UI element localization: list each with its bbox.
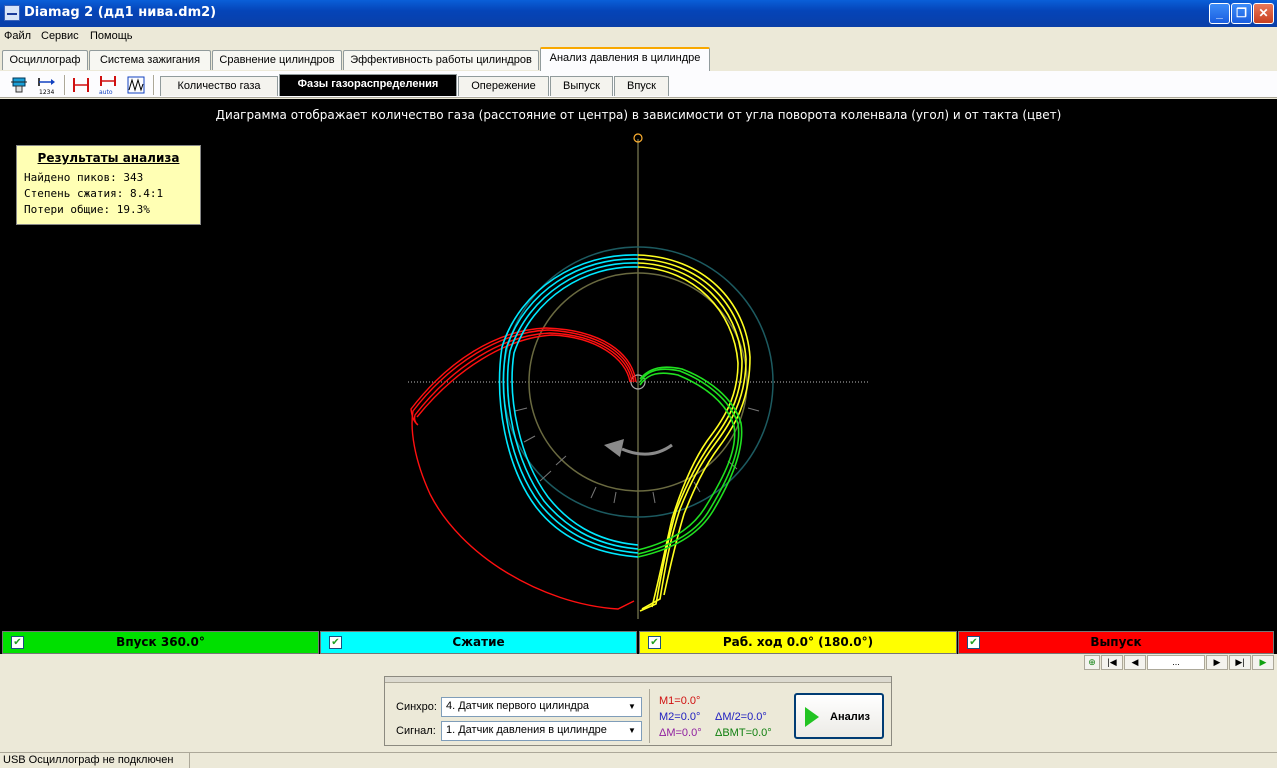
signal-select[interactable]: 1. Датчик давления в цилиндре ▼ [441,721,642,741]
rotation-arrow-head [604,439,624,457]
status-bar: USB Осциллограф не подключен [0,752,1277,768]
toolbar-separator [64,75,66,95]
svg-text:auto: auto [99,89,113,96]
menu-bar: Файл Сервис Помощь [0,27,1277,47]
tab-pressure-analysis[interactable]: Анализ давления в цилиндре [540,47,710,71]
subtab-exhaust[interactable]: Выпуск [550,76,613,96]
dbmt-value: ΔBMT=0.0° [715,727,772,739]
app-icon [4,5,20,21]
legend-intake[interactable]: ✔ Впуск 360.0° [2,631,319,654]
intake-trace [637,366,743,558]
analysis-results-box: Результаты анализа Найдено пиков: 343 Ст… [16,145,201,225]
menu-help[interactable]: Помощь [90,30,133,42]
m1-value: M1=0.0° [659,695,701,707]
power-stroke-trace [637,254,751,612]
tab-cylinder-compare[interactable]: Сравнение цилиндров [212,50,342,70]
peaks-found-text: Найдено пиков: 343 [24,171,144,184]
stroke-legend: ✔ Впуск 360.0° ✔ Сжатие ✔ Раб. ход 0.0° … [0,630,1277,654]
chevron-down-icon[interactable]: ▼ [624,723,640,739]
subtab-intake[interactable]: Впуск [614,76,669,96]
app-window: Diamag 2 (дд1 нива.dm2) _ ❐ ✕ Файл Серви… [0,0,1277,768]
legend-compression-label: Сжатие [452,635,505,649]
title-bar: Diamag 2 (дд1 нива.dm2) _ ❐ ✕ [0,0,1277,27]
toolbar: 1234 auto Количество газа Фазы газораспр… [0,71,1277,98]
legend-intake-label: Впуск 360.0° [116,635,205,649]
toolbar-separator [153,75,155,95]
subtab-valve-timing[interactable]: Фазы газораспределения [279,74,457,96]
tab-ignition[interactable]: Система зажигания [89,50,211,70]
rotation-arrow [621,443,673,456]
dm-value: ΔM=0.0° [659,727,702,739]
analyze-button[interactable]: Анализ [794,693,884,739]
navigation-bar: ⊕ |◀ ◀ ... ▶ ▶| ▶ [0,654,1277,671]
main-tabs: Осциллограф Система зажигания Сравнение … [0,47,1277,71]
subtab-gas-amount[interactable]: Количество газа [160,76,278,96]
frame-position[interactable]: ... [1147,655,1205,670]
sync-select[interactable]: 4. Датчик первого цилиндра ▼ [441,697,642,717]
total-losses-text: Потери общие: 19.3% [24,203,150,216]
sync-label: Синхро: [396,701,437,713]
legend-exhaust[interactable]: ✔ Выпуск [958,631,1274,654]
m2-value: M2=0.0° [659,711,701,723]
results-title: Результаты анализа [37,151,180,165]
control-panel: Синхро: 4. Датчик первого цилиндра ▼ Сиг… [384,676,892,746]
compression-ratio-text: Степень сжатия: 8.4:1 [24,187,164,200]
sync-select-value: 4. Датчик первого цилиндра [446,700,590,712]
signal-select-value: 1. Датчик давления в цилиндре [446,724,607,736]
waveform-icon[interactable] [125,74,147,96]
last-frame-button[interactable]: ▶| [1229,655,1251,670]
chevron-down-icon[interactable]: ▼ [624,699,640,715]
menu-file[interactable]: Файл [4,30,31,42]
status-text: USB Осциллограф не подключен [0,753,190,768]
angle-ticks [514,407,760,504]
minimize-button[interactable]: _ [1209,3,1230,24]
close-button[interactable]: ✕ [1253,3,1274,24]
prev-frame-button[interactable]: ◀ [1124,655,1146,670]
power-stroke-checkbox[interactable]: ✔ [648,636,661,649]
legend-exhaust-label: Выпуск [1090,635,1142,649]
add-button[interactable]: ⊕ [1084,655,1100,670]
panel-splitter[interactable] [385,677,891,683]
window-title: Diamag 2 (дд1 нива.dm2) [24,5,217,20]
dm-half-value: ΔM/2=0.0° [715,711,767,723]
signal-label: Сигнал: [396,725,436,737]
svg-text:1234: 1234 [39,89,54,96]
play-icon [805,707,819,727]
legend-power-stroke-label: Раб. ход 0.0° (180.0°) [722,635,874,649]
compression-checkbox[interactable]: ✔ [329,636,342,649]
auto-marker-icon[interactable]: auto [97,74,119,96]
next-frame-button[interactable]: ▶ [1206,655,1228,670]
intake-checkbox[interactable]: ✔ [11,636,24,649]
marker-icon[interactable] [70,74,92,96]
subtab-advance[interactable]: Опережение [458,76,549,96]
legend-power-stroke[interactable]: ✔ Раб. ход 0.0° (180.0°) [639,631,957,654]
maximize-button[interactable]: ❐ [1231,3,1252,24]
play-button[interactable]: ▶ [1252,655,1274,670]
tab-oscilloscope[interactable]: Осциллограф [2,50,88,70]
menu-service[interactable]: Сервис [41,30,79,42]
polar-diagram[interactable]: Диаграмма отображает количество газа (ра… [0,99,1277,630]
legend-compression[interactable]: ✔ Сжатие [320,631,637,654]
numbering-icon[interactable]: 1234 [36,74,58,96]
first-frame-button[interactable]: |◀ [1101,655,1123,670]
cylinder-sensor-icon[interactable] [8,74,30,96]
panel-divider [649,689,650,743]
compression-trace [498,254,639,558]
exhaust-checkbox[interactable]: ✔ [967,636,980,649]
tab-cylinder-efficiency[interactable]: Эффективность работы цилиндров [343,50,539,70]
exhaust-trace [410,327,637,610]
analyze-label: Анализ [830,711,870,723]
